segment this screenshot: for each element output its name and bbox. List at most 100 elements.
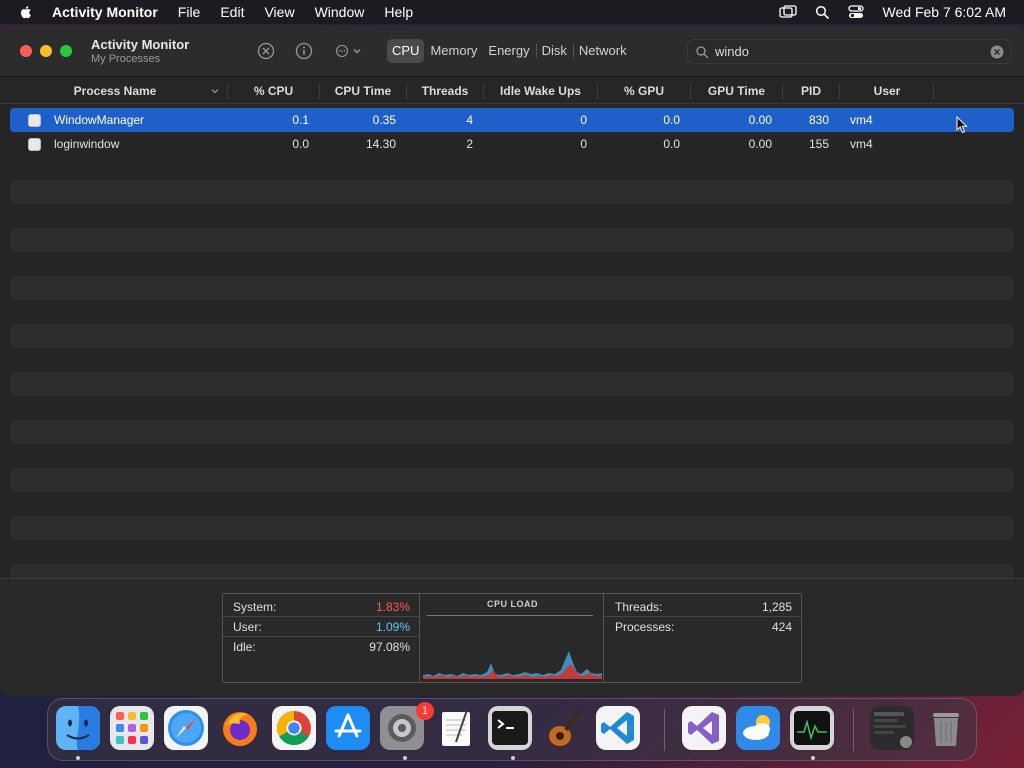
empty-row	[10, 372, 1014, 396]
firefox-icon[interactable]	[218, 706, 262, 750]
notification-badge: 1	[416, 702, 434, 720]
running-indicator	[403, 756, 407, 760]
vscode-icon[interactable]	[596, 706, 640, 750]
column-header-gpu-time[interactable]: GPU Time	[691, 78, 782, 104]
dock-separator	[853, 709, 854, 751]
table-row[interactable]: loginwindow 0.0 14.30 2 0 0.0 0.00 155 v…	[10, 132, 1014, 156]
apple-menu-icon[interactable]	[18, 4, 34, 20]
garageband-icon[interactable]	[542, 706, 586, 750]
stat-threads-label: Threads:	[615, 600, 663, 614]
table-row[interactable]: WindowManager 0.1 0.35 4 0 0.0 0.00 830 …	[10, 108, 1014, 132]
activity-monitor-window: Activity Monitor My Processes CPU Memory…	[0, 25, 1024, 696]
cell-threads: 2	[466, 137, 473, 151]
cell-pid: 830	[808, 113, 829, 127]
menu-view[interactable]: View	[264, 4, 294, 20]
column-header-cpu-time[interactable]: CPU Time	[320, 78, 406, 104]
column-header-pid[interactable]: PID	[783, 78, 839, 104]
downloads-stack-icon[interactable]	[870, 706, 914, 750]
column-header-user[interactable]: User	[840, 78, 934, 104]
spotlight-search-icon[interactable]	[813, 4, 831, 20]
menu-edit[interactable]: Edit	[220, 4, 244, 20]
cpu-load-divider	[427, 615, 593, 616]
process-count-stats: Threads: 1,285 Processes: 424	[605, 594, 802, 682]
empty-row	[10, 444, 1014, 468]
column-header-process-name[interactable]: Process Name	[10, 78, 220, 104]
dock: 1	[47, 698, 977, 761]
menu-help[interactable]: Help	[384, 4, 413, 20]
view-tabs: CPU Memory Energy Disk Network	[387, 39, 633, 63]
menu-window[interactable]: Window	[315, 4, 365, 20]
chrome-icon[interactable]	[272, 706, 316, 750]
running-indicator	[76, 756, 80, 760]
stat-idle: Idle: 97.08%	[223, 637, 420, 657]
window-subtitle[interactable]: My Processes	[91, 53, 160, 65]
stat-processes-value: 424	[771, 620, 792, 634]
weather-icon[interactable]	[736, 706, 780, 750]
cpu-load-graph: CPU LOAD	[421, 594, 604, 682]
sort-descending-icon[interactable]	[210, 86, 220, 96]
column-header-idle-wake-ups[interactable]: Idle Wake Ups	[484, 78, 597, 104]
close-window-button[interactable]	[20, 45, 32, 57]
cell-user: vm4	[850, 113, 873, 127]
stop-process-button[interactable]	[255, 40, 277, 62]
menu-bar-clock[interactable]: Wed Feb 7 6:02 AM	[883, 4, 1006, 20]
running-indicator	[511, 756, 515, 760]
tab-network[interactable]: Network	[574, 39, 632, 63]
menu-bar: Activity Monitor File Edit View Window H…	[0, 0, 1024, 24]
search-field[interactable]	[687, 39, 1011, 64]
app-store-icon[interactable]	[326, 706, 370, 750]
process-name: WindowManager	[54, 113, 145, 127]
column-header-cpu-percent[interactable]: % CPU	[228, 78, 319, 104]
process-table: WindowManager 0.1 0.35 4 0 0.0 0.00 830 …	[10, 108, 1014, 612]
visual-studio-icon[interactable]	[682, 706, 726, 750]
search-input[interactable]	[715, 44, 975, 59]
launchpad-icon[interactable]	[110, 706, 154, 750]
cell-cpu-percent: 0.1	[292, 113, 309, 127]
zoom-window-button[interactable]	[60, 45, 72, 57]
stat-processes: Processes: 424	[605, 617, 802, 637]
cell-pid: 155	[808, 137, 829, 151]
empty-row	[10, 252, 1014, 276]
tab-energy[interactable]: Energy	[483, 39, 534, 63]
textedit-icon[interactable]	[434, 706, 478, 750]
empty-row	[10, 396, 1014, 420]
stat-user-label: User:	[233, 620, 262, 634]
cell-cpu-percent: 0.0	[292, 137, 309, 151]
trash-icon[interactable]	[924, 706, 968, 750]
process-icon	[28, 114, 41, 127]
empty-row	[10, 324, 1014, 348]
inspect-process-button[interactable]	[293, 40, 315, 62]
column-header-threads[interactable]: Threads	[407, 78, 483, 104]
running-indicator	[811, 756, 815, 760]
mouse-pointer-icon	[956, 116, 968, 134]
minimize-window-button[interactable]	[40, 45, 52, 57]
stat-idle-label: Idle:	[233, 640, 256, 654]
empty-row	[10, 540, 1014, 564]
empty-row	[10, 492, 1014, 516]
activity-monitor-icon[interactable]	[790, 706, 834, 750]
stat-user: User: 1.09%	[223, 617, 420, 637]
cpu-load-chart	[423, 651, 602, 679]
clear-search-icon[interactable]	[990, 45, 1004, 59]
empty-row	[10, 204, 1014, 228]
menu-file[interactable]: File	[178, 4, 201, 20]
tab-memory[interactable]: Memory	[425, 39, 482, 63]
screen-mirroring-icon[interactable]	[778, 4, 797, 20]
column-header-gpu-percent[interactable]: % GPU	[598, 78, 690, 104]
empty-row	[10, 156, 1014, 180]
empty-row	[10, 276, 1014, 300]
empty-row	[10, 468, 1014, 492]
tab-cpu[interactable]: CPU	[387, 39, 425, 63]
more-actions-button[interactable]	[332, 40, 364, 62]
search-icon	[696, 45, 709, 58]
tab-disk[interactable]: Disk	[537, 39, 572, 63]
cpu-usage-stats: System: 1.83% User: 1.09% Idle: 97.08%	[223, 594, 420, 682]
empty-row	[10, 420, 1014, 444]
control-center-icon[interactable]	[847, 4, 865, 20]
window-title: Activity Monitor	[91, 37, 190, 52]
cell-threads: 4	[466, 113, 473, 127]
terminal-icon[interactable]	[488, 706, 532, 750]
finder-icon[interactable]	[56, 706, 100, 750]
safari-icon[interactable]	[164, 706, 208, 750]
menu-app-name[interactable]: Activity Monitor	[52, 4, 158, 20]
